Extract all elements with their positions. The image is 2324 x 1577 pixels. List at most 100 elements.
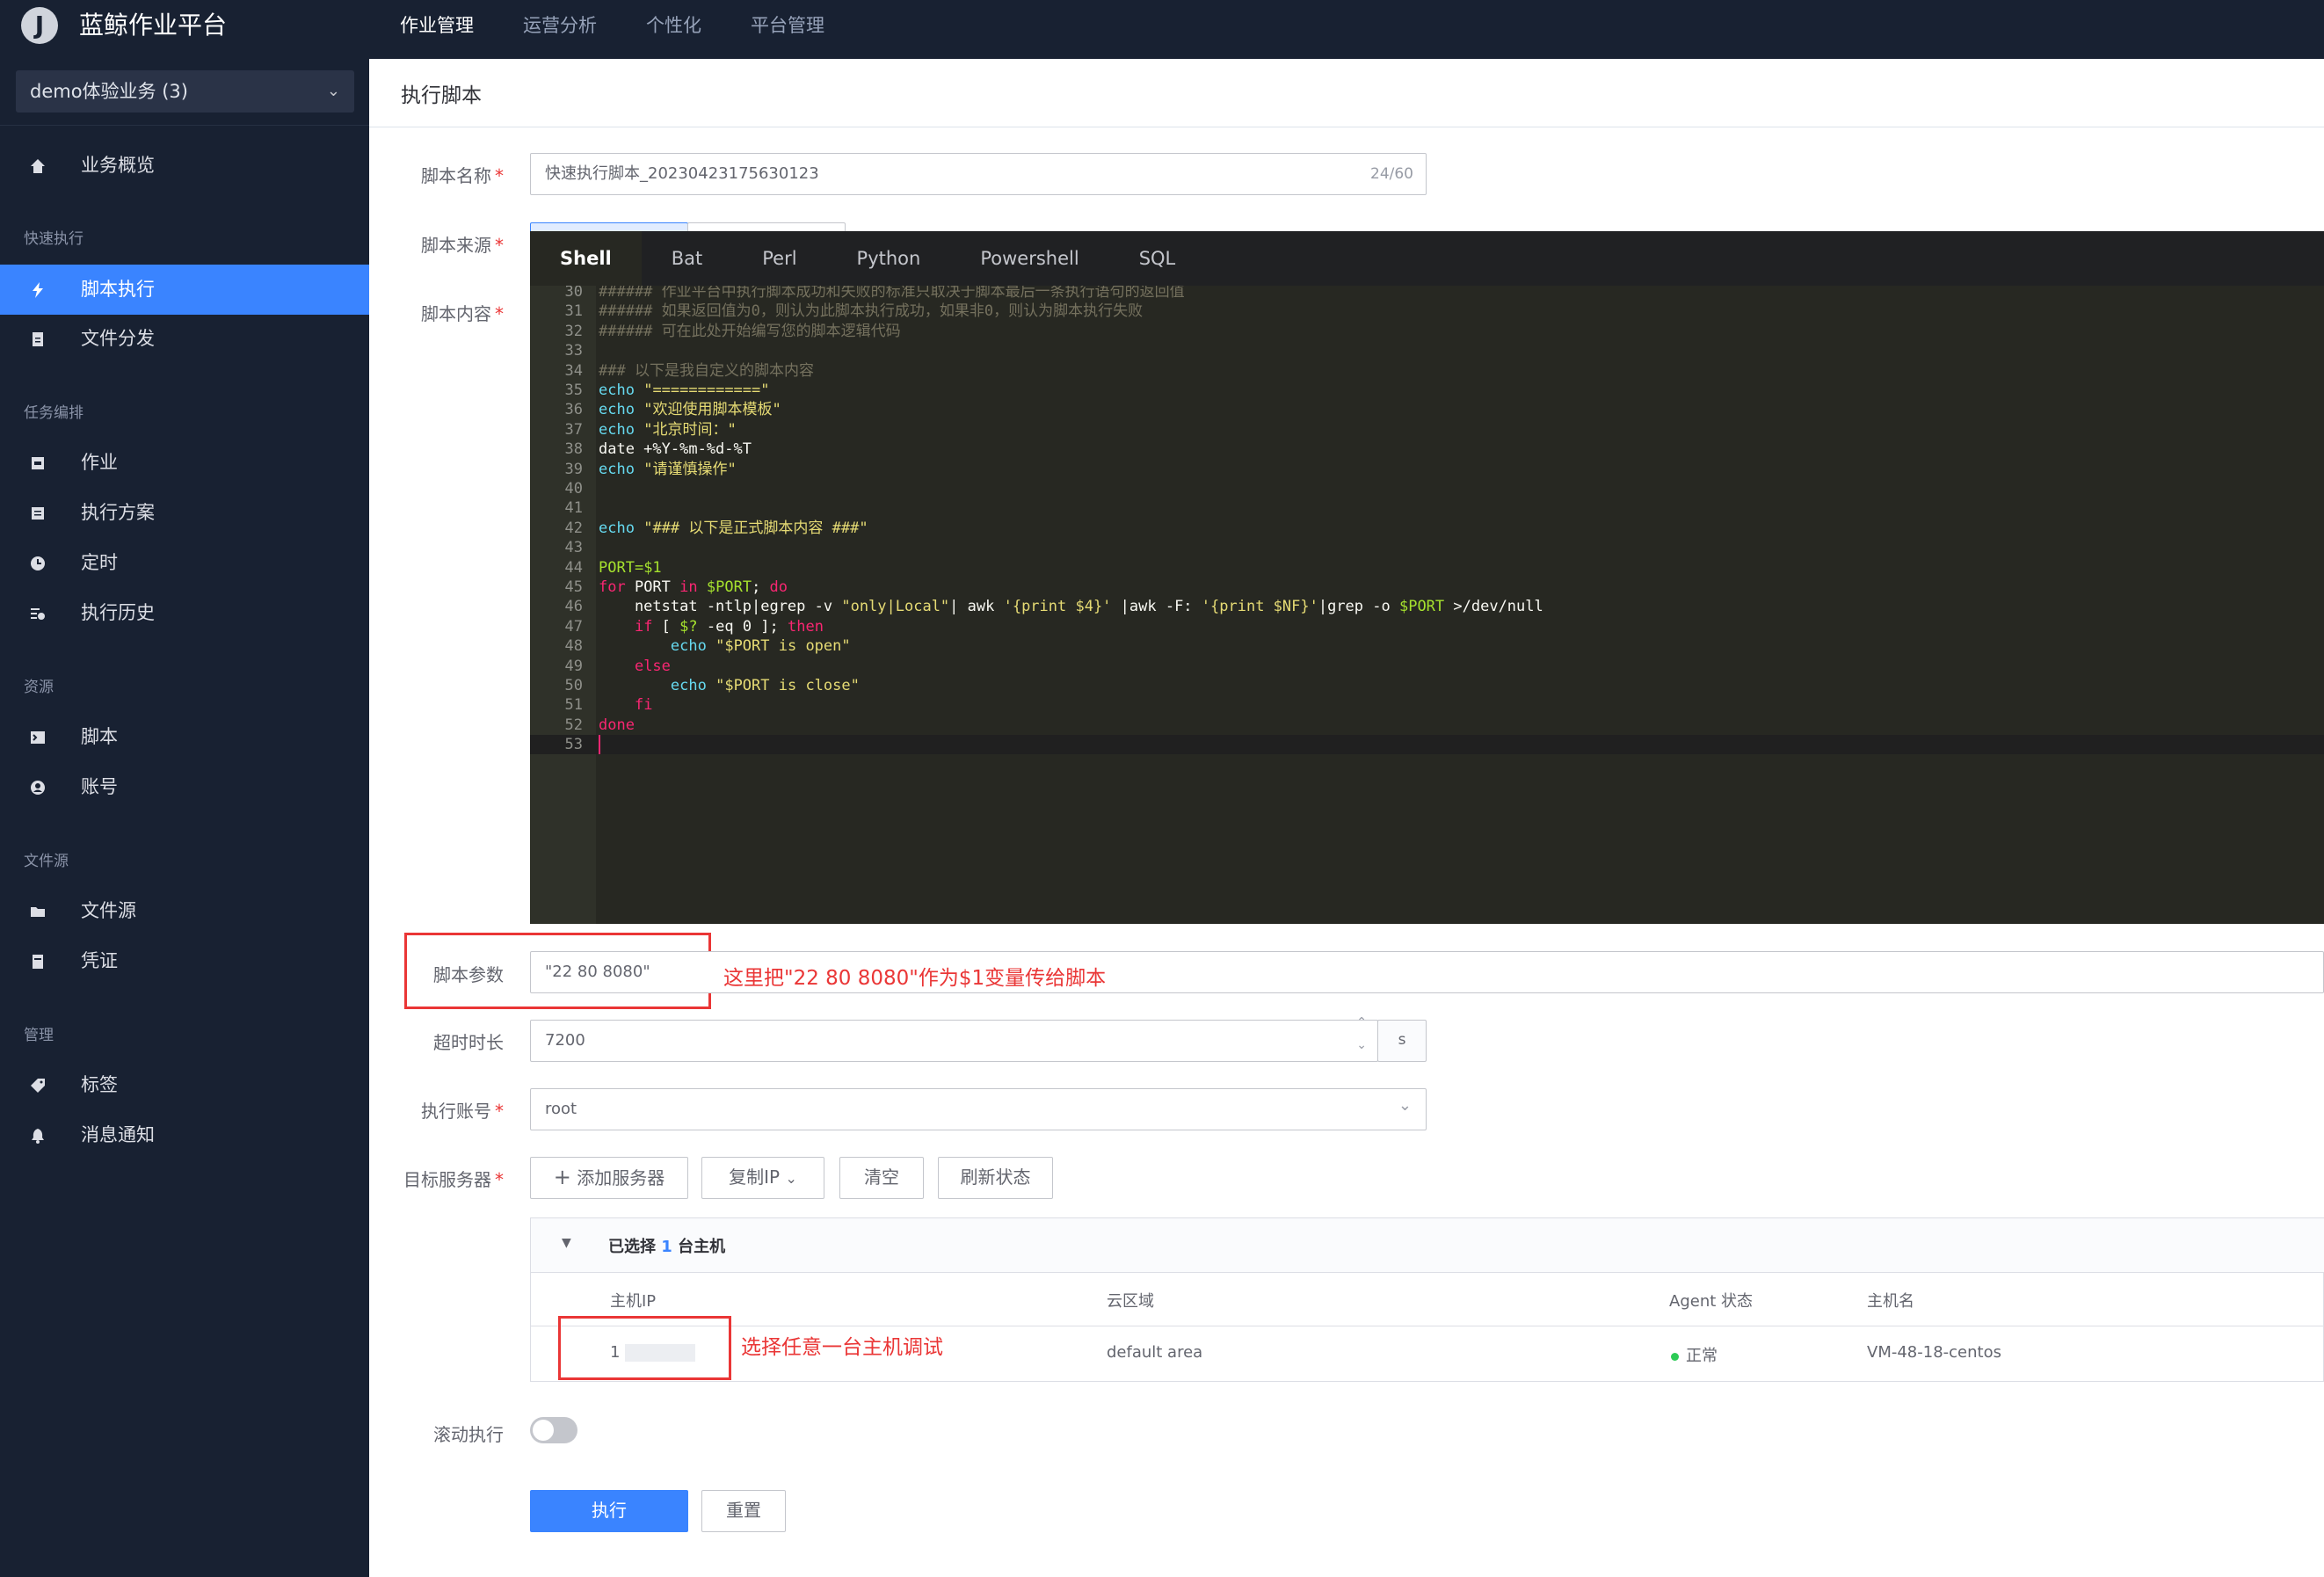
line-number: 49 [564,657,583,675]
row-cloud-area: default area [1107,1343,1203,1362]
line-number: 33 [564,342,583,360]
sidebar-item-label: 脚本执行 [81,279,155,300]
code-line: 40 [530,479,2324,498]
tab-powershell[interactable]: Powershell [950,231,1108,286]
lightning-icon [33,282,43,298]
chevron-down-icon: ⌄ [785,1170,797,1187]
sidebar-item-credential[interactable]: 凭证 [0,936,369,986]
params-value: "22 80 8080" [545,963,650,981]
refresh-status-button[interactable]: 刷新状态 [938,1157,1053,1199]
business-select[interactable]: demo体验业务 (3) ⌄ [16,70,354,113]
line-text: echo "### 以下是正式脚本内容 ###" [599,519,868,537]
sidebar-item-plan[interactable]: 执行方案 [0,488,369,538]
chevron-down-icon: ⌄ [1398,1096,1412,1115]
sidebar-group-quick: 快速执行 [24,230,84,248]
line-text: netstat -ntlp|egrep -v "only|Local"| awk… [599,598,1543,616]
line-text: echo "欢迎使用脚本模板" [599,401,781,419]
sidebar-item-cron[interactable]: 定时 [0,538,369,588]
timeout-label: 超时时长 [433,1032,504,1053]
stepper-up-icon[interactable]: ⌃ [1356,1014,1367,1031]
params-label: 脚本参数 [433,964,504,985]
line-text: echo "$PORT is open" [670,637,851,656]
page-title: 执行脚本 [401,84,482,107]
timeout-value: 7200 [545,1031,585,1050]
col-cloud-area: 云区域 [1107,1292,1154,1311]
account-label: 执行账号 * [421,1101,504,1122]
rolling-toggle[interactable] [530,1417,577,1443]
tab-sql[interactable]: SQL [1109,231,1206,286]
tab-shell[interactable]: Shell [530,231,642,286]
reset-button[interactable]: 重置 [701,1490,786,1532]
line-number: 30 [564,286,583,301]
line-text: if [ $? -eq 0 ]; then [634,617,824,636]
clear-button[interactable]: 清空 [839,1157,924,1199]
code-line: 47 if [ $? -eq 0 ]; then [530,617,2324,636]
script-source-label: 脚本来源 * [421,235,504,256]
add-server-button[interactable]: + 添加服务器 [530,1157,688,1199]
line-text: ### 以下是我自定义的脚本内容 [599,361,814,380]
sidebar-item-script-exec[interactable]: 脚本执行 [0,265,369,315]
code-line: 45 for PORT in $PORT; do [530,578,2324,597]
target-label: 目标服务器 * [403,1169,504,1190]
nav-analytics[interactable]: 运营分析 [523,0,597,59]
line-number: 51 [564,696,583,715]
sidebar-item-overview[interactable]: 业务概览 [0,141,369,191]
code-line: 43 [530,538,2324,557]
code-editor[interactable]: Shell Bat Perl Python Powershell SQL 30 #… [530,231,2324,924]
sidebar-item-notify[interactable]: 消息通知 [0,1110,369,1160]
selected-summary: 已选择 1 台主机 [608,1238,726,1256]
nav-platform-manage[interactable]: 平台管理 [751,0,824,59]
script-name-input[interactable]: 快速执行脚本_20230423175630123 24/60 [530,153,1427,195]
sidebar-item-file-source[interactable]: 文件源 [0,886,369,936]
nav-personalize[interactable]: 个性化 [646,0,701,59]
code-line: 32 ###### 可在此处开始编写您的脚本逻辑代码 [530,322,2324,341]
sidebar-item-account[interactable]: 账号 [0,762,369,812]
app-title[interactable]: 蓝鲸作业平台 [79,11,227,40]
line-text: echo "北京时间：" [599,420,737,439]
line-text: ###### 如果返回值为0，则认为此脚本执行成功，如果非0，则认为脚本执行失败 [599,302,1144,321]
tab-python[interactable]: Python [827,231,951,286]
sidebar-item-script[interactable]: 脚本 [0,712,369,762]
execute-button[interactable]: 执行 [530,1490,688,1532]
sidebar-item-job[interactable]: 作业 [0,438,369,488]
code-line: 53 [530,735,2324,755]
plus-icon: + [553,1165,571,1189]
sidebar-item-tag[interactable]: 标签 [0,1060,369,1110]
code-line: 34 ### 以下是我自定义的脚本内容 [530,361,2324,381]
line-number: 43 [564,539,583,557]
app-logo[interactable]: J [21,7,58,44]
tag-icon [31,1079,45,1093]
code-line: 33 [530,341,2324,360]
home-icon [31,159,45,173]
sidebar-item-label: 作业 [81,452,118,473]
history-icon [31,608,45,620]
sidebar-item-history[interactable]: 执行历史 [0,588,369,638]
line-number: 37 [564,420,583,439]
business-select-value: demo体验业务 (3) [30,81,188,102]
sidebar-item-label: 标签 [81,1074,118,1095]
code-line: 51 fi [530,695,2324,715]
line-text: echo "============" [599,382,770,399]
line-number: 41 [564,499,583,518]
copy-ip-button[interactable]: 复制IP ⌄ [701,1157,824,1199]
code-area[interactable]: 30 ###### 作业平台中执行脚本成功和失败的标准只取决于脚本最后一条执行语句… [530,286,2324,924]
timeout-input[interactable]: 7200 ⌃ ⌄ [530,1015,1378,1062]
tab-bat[interactable]: Bat [642,231,733,286]
col-host-ip: 主机IP [610,1292,657,1311]
line-number: 38 [564,440,583,459]
stepper-down-icon[interactable]: ⌄ [1356,1036,1367,1054]
code-line: 38 date +%Y-%m-%d-%T [530,440,2324,459]
hosts-panel-header[interactable]: ▼ 已选择 1 台主机 [531,1218,2324,1273]
line-text: fi [634,696,653,715]
nav-job-manage[interactable]: 作业管理 [400,0,474,59]
line-text: for PORT in $PORT; do [599,578,788,596]
code-line: 36 echo "欢迎使用脚本模板" [530,400,2324,419]
sidebar-item-label: 定时 [81,552,118,573]
code-line: 42 echo "### 以下是正式脚本内容 ###" [530,519,2324,538]
code-line: 50 echo "$PORT is close" [530,676,2324,695]
tab-perl[interactable]: Perl [732,231,826,286]
sidebar-group-filesource: 文件源 [24,853,69,870]
sidebar-item-file-dist[interactable]: 文件分发 [0,314,369,364]
caret-down-icon[interactable]: ▼ [562,1236,571,1250]
account-select[interactable]: root ⌄ [530,1088,1427,1130]
